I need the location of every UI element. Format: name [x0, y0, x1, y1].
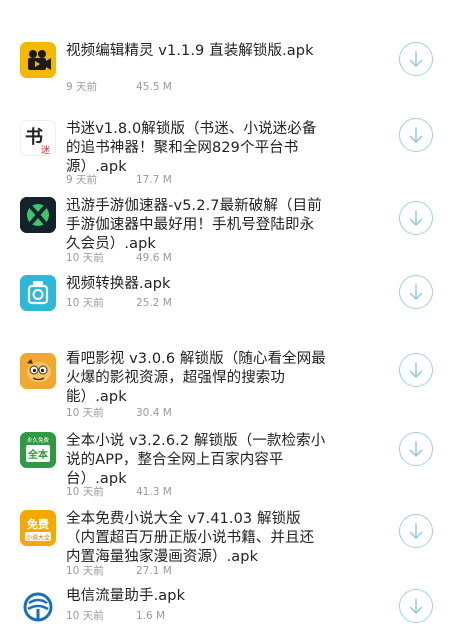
app-meta: 10 天前 30.4 M	[66, 406, 172, 420]
app-date: 10 天前	[66, 297, 104, 309]
list-item[interactable]: 永久免费 全本 全本小说 v3.2.6.2 解锁版（一款检索小说的APP，整合全…	[0, 430, 472, 510]
shumi-sub-glyph: 迷	[41, 144, 50, 156]
shumi-glyph: 书	[25, 127, 43, 148]
list-item[interactable]: 迅游手游伽速器-v5.2.7最新破解（目前手游伽速器中最好用！手机号登陆即永久会…	[0, 190, 472, 270]
list-item[interactable]: 免费 小说大全 全本免费小说大全 v7.41.03 解锁版（内置超百万册正版小说…	[0, 510, 472, 585]
list-item[interactable]: 视频转换器.apk 10 天前 25.2 M	[0, 270, 472, 350]
free-sub-glyph: 小说大全	[26, 534, 50, 542]
download-arrow-icon	[409, 441, 423, 457]
quanben-top-glyph: 永久免费	[27, 436, 50, 444]
download-arrow-icon	[409, 362, 423, 378]
app-meta: 10 天前 41.3 M	[66, 485, 172, 499]
app-title[interactable]: 看吧影视 v3.0.6 解锁版（随心看全网最火爆的影视资源，超强悍的搜索功能）.…	[66, 350, 328, 407]
list-item[interactable]: 视频编辑精灵 v1.1.9 直装解锁版.apk 9 天前 45.5 M	[0, 0, 472, 100]
download-button[interactable]	[399, 432, 433, 466]
app-size: 41.3 M	[136, 486, 172, 498]
download-arrow-icon	[409, 210, 423, 226]
download-button[interactable]	[399, 275, 433, 309]
video-converter-icon	[20, 275, 56, 311]
app-title[interactable]: 全本免费小说大全 v7.41.03 解锁版（内置超百万册正版小说书籍、并且还内置…	[66, 510, 328, 567]
quanben-glyph: 全本	[27, 448, 49, 461]
telecom-icon	[20, 589, 56, 625]
app-date: 10 天前	[66, 486, 104, 498]
shumi-book-icon: 书 迷	[20, 120, 56, 156]
app-size: 45.5 M	[136, 81, 172, 93]
app-meta: 10 天前 49.6 M	[66, 251, 172, 265]
app-meta: 10 天前 1.6 M	[66, 609, 165, 623]
app-date: 9 天前	[66, 81, 98, 93]
app-title[interactable]: 书迷v1.8.0解锁版（书迷、小说迷必备的追书神器！聚和全网829个平台书源）.…	[66, 120, 328, 177]
app-date: 10 天前	[66, 407, 104, 419]
app-meta: 9 天前 17.7 M	[66, 173, 172, 187]
app-date: 10 天前	[66, 565, 104, 577]
download-arrow-icon	[409, 523, 423, 539]
free-main-glyph: 免费	[27, 517, 49, 531]
app-size: 49.6 M	[136, 252, 172, 264]
list-item[interactable]: 看吧影视 v3.0.6 解锁版（随心看全网最火爆的影视资源，超强悍的搜索功能）.…	[0, 350, 472, 430]
download-button[interactable]	[399, 42, 433, 76]
download-button[interactable]	[399, 201, 433, 235]
list-item[interactable]: 书 迷 书迷v1.8.0解锁版（书迷、小说迷必备的追书神器！聚和全网829个平台…	[0, 100, 472, 190]
app-size: 17.7 M	[136, 174, 172, 186]
app-date: 9 天前	[66, 174, 98, 186]
download-arrow-icon	[409, 598, 423, 614]
app-title[interactable]: 视频转换器.apk	[66, 275, 328, 294]
download-button[interactable]	[399, 353, 433, 387]
app-meta: 10 天前 27.1 M	[66, 564, 172, 578]
app-date: 10 天前	[66, 252, 104, 264]
download-arrow-icon	[409, 51, 423, 67]
app-size: 1.6 M	[136, 610, 166, 622]
quanben-novel-icon: 永久免费 全本	[20, 432, 56, 468]
download-arrow-icon	[409, 127, 423, 143]
app-size: 30.4 M	[136, 407, 172, 419]
free-novel-icon: 免费 小说大全	[20, 510, 56, 546]
app-title[interactable]: 视频编辑精灵 v1.1.9 直装解锁版.apk	[66, 42, 328, 61]
video-editor-icon	[20, 42, 56, 78]
download-button[interactable]	[399, 589, 433, 623]
app-meta: 10 天前 25.2 M	[66, 296, 172, 310]
xunyou-icon	[20, 197, 56, 233]
app-title[interactable]: 电信流量助手.apk	[66, 587, 328, 606]
kanba-icon	[20, 353, 56, 389]
download-button[interactable]	[399, 118, 433, 152]
app-title[interactable]: 全本小说 v3.2.6.2 解锁版（一款检索小说的APP，整合全网上百家内容平台…	[66, 432, 328, 489]
download-button[interactable]	[399, 514, 433, 548]
download-arrow-icon	[409, 284, 423, 300]
app-title[interactable]: 迅游手游伽速器-v5.2.7最新破解（目前手游伽速器中最好用！手机号登陆即永久会…	[66, 197, 328, 254]
app-size: 27.1 M	[136, 565, 172, 577]
list-item[interactable]: 电信流量助手.apk 10 天前 1.6 M	[0, 585, 472, 635]
app-date: 10 天前	[66, 610, 104, 622]
app-size: 25.2 M	[136, 297, 172, 309]
app-meta: 9 天前 45.5 M	[66, 80, 172, 94]
